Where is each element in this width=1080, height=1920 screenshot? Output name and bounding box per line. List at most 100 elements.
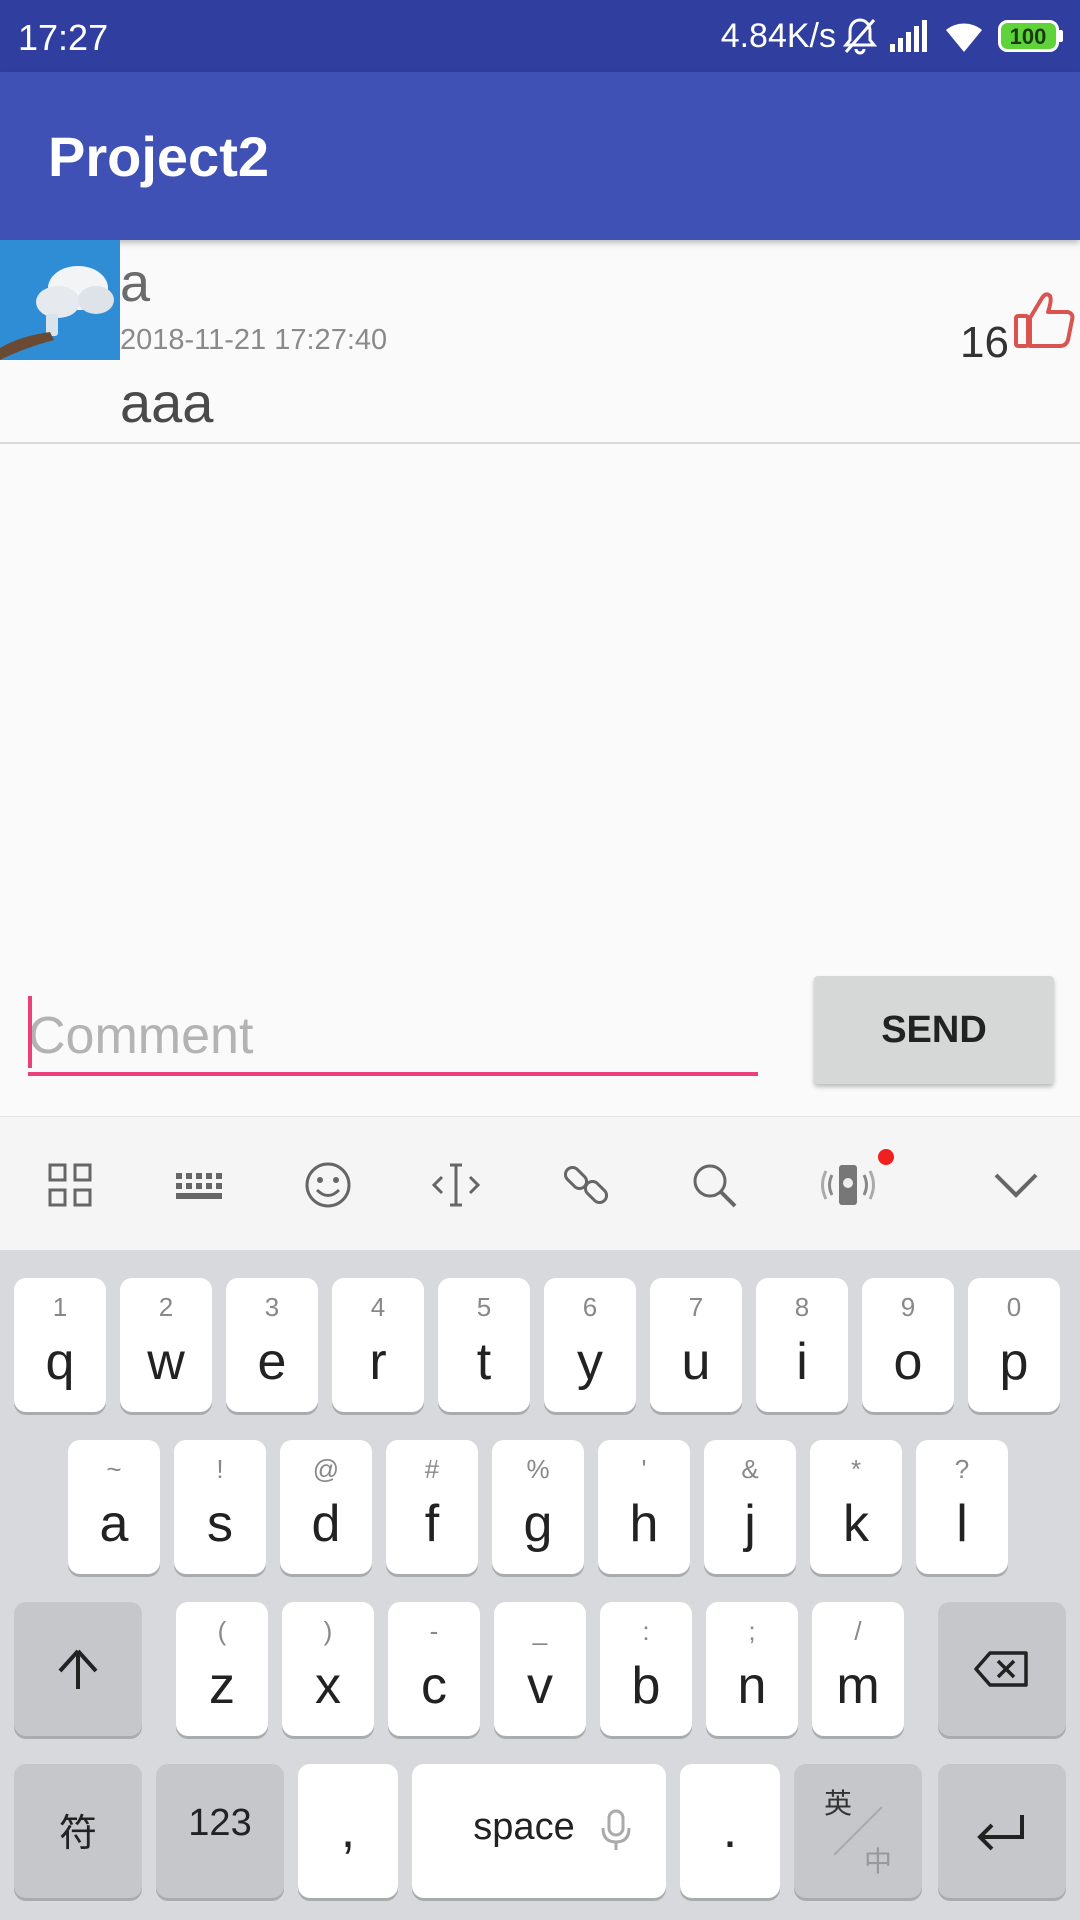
- key-secondary-label: 1: [52, 1292, 68, 1322]
- notification-dot: [878, 1149, 894, 1165]
- key-label: x: [315, 1657, 341, 1715]
- key-j[interactable]: & j: [704, 1440, 796, 1574]
- key-x[interactable]: ) x: [282, 1602, 374, 1736]
- signal-icon: [888, 16, 928, 61]
- period-key[interactable]: .: [680, 1764, 780, 1898]
- key-label: m: [836, 1657, 880, 1715]
- comment-username: a: [120, 253, 151, 313]
- key-label: c: [421, 1657, 447, 1715]
- key-secondary-label: 0: [1006, 1292, 1022, 1322]
- enter-arrow-icon: [977, 1815, 1024, 1851]
- key-secondary-label: 7: [688, 1292, 704, 1322]
- key-u[interactable]: 7u: [650, 1278, 742, 1412]
- language-switch-key[interactable]: 英 中: [794, 1764, 922, 1898]
- key-label: f: [424, 1495, 440, 1553]
- key-r[interactable]: 4r: [332, 1278, 424, 1412]
- key-m[interactable]: / m: [812, 1602, 904, 1736]
- key-label: h: [629, 1495, 659, 1553]
- comment-text: aaa: [120, 371, 214, 434]
- symbols-key[interactable]: 符: [14, 1764, 142, 1898]
- send-button[interactable]: SEND: [814, 976, 1054, 1084]
- key-q[interactable]: 1q: [14, 1278, 106, 1412]
- key-label: g: [523, 1495, 553, 1553]
- key-a[interactable]: ~ a: [68, 1440, 160, 1574]
- key-z[interactable]: (z: [176, 1602, 268, 1736]
- key-secondary-label: %: [526, 1454, 550, 1484]
- period-key-label: .: [722, 1801, 738, 1859]
- keyboard-icon[interactable]: [170, 1157, 226, 1213]
- key-h[interactable]: ' h: [598, 1440, 690, 1574]
- key-label: t: [476, 1333, 492, 1391]
- space-key[interactable]: space: [412, 1764, 666, 1898]
- key-s[interactable]: ! s: [174, 1440, 266, 1574]
- key-i[interactable]: 8i: [756, 1278, 848, 1412]
- key-o[interactable]: 9o: [862, 1278, 954, 1412]
- key-e[interactable]: 3e: [226, 1278, 318, 1412]
- key-secondary-label: 6: [582, 1292, 598, 1322]
- key-label: s: [207, 1495, 233, 1553]
- search-icon[interactable]: [686, 1157, 742, 1213]
- key-label: j: [744, 1495, 756, 1553]
- emoji-icon[interactable]: [300, 1157, 356, 1213]
- key-b[interactable]: :b: [600, 1602, 692, 1736]
- backspace-key[interactable]: [938, 1602, 1066, 1736]
- keyboard-toolbar: [0, 1116, 1080, 1250]
- key-p[interactable]: 0p: [968, 1278, 1060, 1412]
- battery-icon: 100: [998, 20, 1064, 57]
- key-n[interactable]: ; n: [706, 1602, 798, 1736]
- symbols-key-label: 符: [58, 1813, 97, 1855]
- key-k[interactable]: * k: [810, 1440, 902, 1574]
- key-label: p: [999, 1333, 1029, 1391]
- enter-key[interactable]: [938, 1764, 1066, 1898]
- key-label: q: [45, 1333, 75, 1391]
- shift-arrow-icon: [58, 1649, 98, 1689]
- key-label: l: [956, 1495, 968, 1553]
- key-label: a: [99, 1495, 129, 1553]
- phone-vibrate-icon[interactable]: [820, 1157, 876, 1213]
- microphone-icon: [601, 1809, 631, 1850]
- collapse-chevron-icon[interactable]: [988, 1157, 1044, 1213]
- key-label: d: [311, 1495, 341, 1553]
- key-label: r: [369, 1333, 387, 1391]
- comment-timestamp: 2018-11-21 17:27:40: [120, 324, 388, 356]
- grid-apps-icon[interactable]: [42, 1157, 98, 1213]
- key-secondary-label: 5: [476, 1292, 492, 1322]
- key-label: z: [209, 1657, 235, 1715]
- key-label: n: [737, 1657, 767, 1715]
- key-secondary-label: :: [642, 1616, 650, 1646]
- lang-bottom-label: 中: [864, 1846, 893, 1877]
- key-secondary-label: 3: [264, 1292, 280, 1322]
- key-secondary-label: _: [532, 1616, 548, 1646]
- backspace-icon: [974, 1651, 1028, 1687]
- key-c[interactable]: -c: [388, 1602, 480, 1736]
- key-v[interactable]: _ v: [494, 1602, 586, 1736]
- key-secondary-label: /: [854, 1616, 862, 1646]
- key-label: y: [577, 1333, 603, 1391]
- key-secondary-label: ;: [748, 1616, 756, 1646]
- comment-list-item[interactable]: a 2018-11-21 17:27:40 aaa 16: [0, 240, 1080, 444]
- key-l[interactable]: ? l: [916, 1440, 1008, 1574]
- key-secondary-label: @: [312, 1454, 340, 1484]
- key-secondary-label: ?: [954, 1454, 970, 1484]
- mute-bell-icon: [842, 16, 878, 61]
- key-d[interactable]: @ d: [280, 1440, 372, 1574]
- wifi-icon: [944, 16, 984, 61]
- app-title: Project2: [48, 125, 269, 188]
- like-button[interactable]: [1010, 286, 1080, 356]
- key-g[interactable]: % g: [492, 1440, 584, 1574]
- comment-input[interactable]: [28, 1000, 758, 1076]
- avatar[interactable]: [0, 240, 120, 360]
- key-y[interactable]: 6y: [544, 1278, 636, 1412]
- shift-key[interactable]: [14, 1602, 142, 1736]
- key-label: w: [147, 1333, 185, 1391]
- key-label: o: [893, 1333, 923, 1391]
- numbers-key[interactable]: 123: [156, 1764, 284, 1898]
- app-bar: Project2: [0, 72, 1080, 240]
- text-cursor-icon[interactable]: [428, 1157, 484, 1213]
- clip-link-icon[interactable]: [558, 1157, 614, 1213]
- key-secondary-label: 9: [900, 1292, 916, 1322]
- key-f[interactable]: # f: [386, 1440, 478, 1574]
- key-secondary-label: 4: [370, 1292, 386, 1322]
- key-t[interactable]: 5t: [438, 1278, 530, 1412]
- key-w[interactable]: 2w: [120, 1278, 212, 1412]
